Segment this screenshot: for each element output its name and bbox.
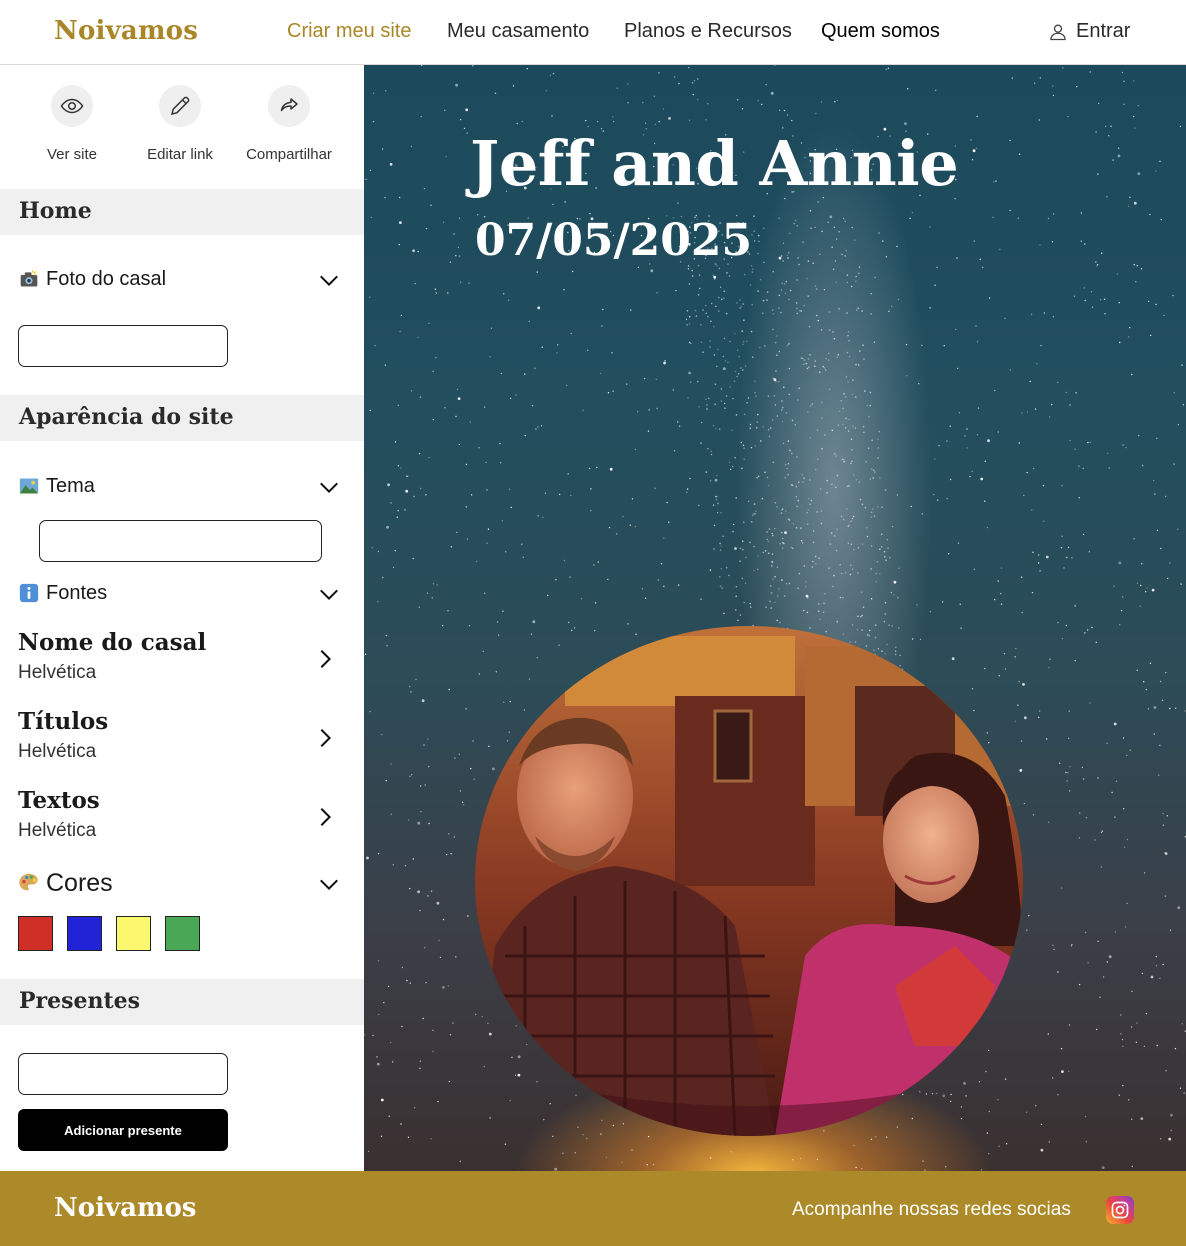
color-swatch-green[interactable] (165, 916, 200, 951)
nav-criar-meu-site[interactable]: Criar meu site (287, 20, 411, 43)
user-icon (1050, 24, 1066, 40)
edit-link-label: Editar link (147, 146, 213, 163)
couple-photo-input[interactable] (18, 325, 228, 367)
login-button[interactable]: Entrar (1048, 20, 1130, 43)
font-item-title: Nome do casal (18, 629, 207, 656)
font-titles-item[interactable]: Títulos Helvética (18, 708, 340, 770)
gift-input[interactable] (18, 1053, 228, 1095)
palette-icon (18, 872, 40, 894)
theme-toggle[interactable]: Tema (18, 469, 340, 503)
chevron-down-icon (320, 275, 338, 287)
share-button[interactable]: Compartilhar (234, 85, 344, 163)
color-swatch-red[interactable] (18, 916, 53, 951)
wedding-date: 07/05/2025 (475, 215, 753, 266)
footer-logo[interactable]: Noivamos (54, 1193, 196, 1223)
color-swatch-blue[interactable] (67, 916, 102, 951)
chevron-right-icon (320, 808, 332, 826)
footer: Noivamos Acompanhe nossas redes socias (0, 1171, 1186, 1246)
landscape-icon (18, 475, 40, 497)
section-home-title: Home (19, 198, 92, 224)
theme-label: Tema (46, 474, 95, 497)
font-item-value: Helvética (18, 662, 97, 683)
font-couple-name-item[interactable]: Nome do casal Helvética (18, 629, 340, 691)
chevron-right-icon (320, 729, 332, 747)
view-site-button[interactable]: Ver site (17, 85, 127, 163)
info-icon (18, 582, 40, 604)
pencil-icon (170, 96, 190, 116)
editor-sidebar: Ver site Editar link Compartilhar Home F… (0, 65, 364, 1171)
camera-icon (18, 268, 40, 290)
font-texts-item[interactable]: Textos Helvética (18, 787, 340, 849)
login-label: Entrar (1076, 20, 1131, 42)
nav-planos-e-recursos[interactable]: Planos e Recursos (624, 20, 792, 43)
theme-input[interactable] (39, 520, 322, 562)
share-icon (280, 98, 298, 112)
nav-quem-somos[interactable]: Quem somos (821, 20, 940, 43)
chevron-down-icon (320, 879, 338, 891)
font-item-title: Títulos (18, 708, 109, 735)
chevron-down-icon (320, 589, 338, 601)
instagram-icon[interactable] (1106, 1196, 1134, 1224)
nav-meu-casamento[interactable]: Meu casamento (447, 20, 589, 43)
font-item-value: Helvética (18, 820, 97, 841)
fonts-label: Fontes (46, 581, 108, 604)
colors-label: Cores (46, 868, 113, 897)
section-gifts-title: Presentes (19, 988, 141, 1014)
section-appearance-title: Aparência do site (19, 404, 234, 430)
chevron-down-icon (320, 482, 338, 494)
couple-photo-label: Foto do casal (46, 267, 167, 290)
chevron-right-icon (320, 650, 332, 668)
fonts-toggle[interactable]: Fontes (18, 576, 340, 610)
couple-name-heading: Jeff and Annie (470, 127, 959, 200)
color-swatch-yellow[interactable] (116, 916, 151, 951)
footer-social-text: Acompanhe nossas redes socias (792, 1199, 1071, 1220)
font-item-title: Textos (18, 787, 100, 814)
top-navbar: Noivamos Criar meu site Meu casamento Pl… (0, 0, 1186, 65)
font-item-value: Helvética (18, 741, 97, 762)
share-label: Compartilhar (246, 146, 332, 163)
site-preview: Jeff and Annie 07/05/2025 (364, 65, 1186, 1171)
eye-icon (60, 98, 84, 114)
add-gift-button[interactable]: Adicionar presente (18, 1109, 228, 1151)
view-site-label: Ver site (46, 146, 98, 163)
couple-photo (475, 626, 1023, 1136)
section-home-header: Home (0, 189, 364, 235)
section-appearance-header: Aparência do site (0, 395, 364, 441)
couple-photo-toggle[interactable]: Foto do casal (18, 262, 340, 296)
brand-logo[interactable]: Noivamos (54, 16, 198, 46)
colors-toggle[interactable]: Cores (18, 866, 340, 900)
section-gifts-header: Presentes (0, 979, 364, 1025)
edit-link-button[interactable]: Editar link (125, 85, 235, 163)
